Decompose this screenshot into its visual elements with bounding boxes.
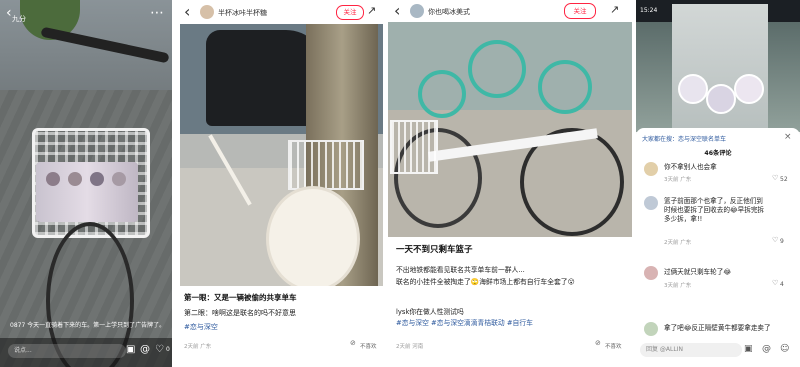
- like-count: 4: [780, 281, 784, 288]
- like-icon[interactable]: ♡: [772, 280, 778, 287]
- reply-input[interactable]: 回复 @ALLIN: [640, 343, 742, 357]
- like-count: 9: [780, 238, 784, 245]
- comment-text: 你不拿别人也会拿: [664, 163, 717, 171]
- comment-meta: 3天前 广东: [664, 177, 692, 183]
- close-icon[interactable]: ×: [784, 133, 792, 142]
- post-meta: 2天前 广东: [184, 344, 212, 350]
- comment-text: 篮子前面那个也拿了，反正他们到时候也要拆了回收去的😂早拆完拆多少拆，拿!!: [664, 197, 765, 223]
- teal-bike-wheel: [538, 60, 592, 114]
- post-title: 一天不到只剩车篮子: [396, 245, 473, 255]
- comments-panel: 15:24 大家都在搜：恋与深空联名单车 × 46条评论 你不拿别人也会拿 3天…: [636, 0, 800, 367]
- post-line-1: 第一眼：又是一辆被偷的共享单车: [184, 293, 297, 302]
- comment-text: 拿了吧😂反正隔壁黄牛都要拿走卖了: [664, 324, 771, 332]
- back-icon[interactable]: ‹: [394, 3, 400, 19]
- avatar[interactable]: [644, 196, 658, 210]
- avatar[interactable]: [644, 322, 658, 336]
- avatar[interactable]: [200, 5, 214, 19]
- status-time: 15:24: [640, 7, 658, 14]
- share-icon[interactable]: ↗: [367, 5, 376, 16]
- post-line-2: 第二眼：啥啊这是联名的吗不好意思: [184, 309, 296, 317]
- back-icon[interactable]: ‹: [184, 4, 190, 20]
- like-count: 52: [780, 176, 788, 183]
- post-body-1: 不出地铁都能看见联名共享单车前一群人...: [396, 266, 525, 274]
- post-panel-2: ‹ 你也喝冰美式 关注 ↗ 一天不到只剩车篮子 不出地铁都能看见联名共享单车前一…: [388, 0, 632, 367]
- teal-bike-wheel: [418, 70, 466, 118]
- image-icon[interactable]: ▣: [126, 345, 135, 355]
- search-suggestion[interactable]: 大家都在搜：恋与深空联名单车: [642, 134, 726, 143]
- post-meta: 2天前 河南: [396, 344, 424, 350]
- bike-basket: [390, 120, 438, 174]
- post-body-3: lysk你在做人性测试吗: [396, 308, 464, 316]
- at-icon[interactable]: @: [762, 345, 771, 354]
- comment-meta: 3天前 广东: [664, 283, 692, 289]
- like-count: 0: [166, 346, 170, 353]
- dislike-icon[interactable]: ⊘: [595, 340, 601, 347]
- avatar[interactable]: [644, 266, 658, 280]
- like-icon[interactable]: ♡: [772, 175, 778, 182]
- bike-basket: [288, 140, 364, 190]
- dislike-icon[interactable]: ⊘: [350, 340, 356, 347]
- at-icon[interactable]: @: [140, 345, 150, 355]
- emoji-icon[interactable]: ☺: [780, 345, 789, 354]
- username[interactable]: 半杯冰咔半杯糖: [218, 8, 267, 18]
- back-icon[interactable]: ‹: [6, 6, 12, 20]
- reply-input[interactable]: 说点...: [8, 344, 126, 358]
- dislike-label[interactable]: 不喜欢: [360, 342, 377, 350]
- branded-wheel-cover: [266, 186, 360, 292]
- share-icon[interactable]: ↗: [610, 4, 619, 15]
- image-icon[interactable]: ▣: [744, 345, 753, 354]
- comment-text: 过俩天就只剩车轮了😂: [664, 268, 732, 276]
- like-icon[interactable]: ♡: [155, 345, 164, 355]
- avatar[interactable]: [410, 4, 424, 18]
- hashtag-links[interactable]: #恋与深空 #恋与深空滴滴青桔联动 #自行车: [396, 318, 628, 328]
- follow-button[interactable]: 关注: [564, 3, 596, 19]
- comment-count: 46条评论: [704, 150, 732, 157]
- post-panel-1: ‹ 半杯冰咔半杯糖 关注 ↗ 第一眼：又是一辆被偷的共享单车 第二眼：啥啊这是联…: [180, 0, 383, 367]
- video-panel: ‹ 九分 ⋯ 0877 今天一直骑着下来的车。第一上学只到了广告牌了。 说点..…: [0, 0, 172, 367]
- teal-bike-wheel: [468, 40, 526, 98]
- more-icon[interactable]: ⋯: [150, 6, 164, 20]
- username[interactable]: 你也喝冰美式: [428, 7, 470, 17]
- photo-preview: [672, 4, 768, 128]
- character-sticker: [36, 162, 138, 222]
- comment-meta: 2天前 广东: [664, 240, 692, 246]
- hashtag-link[interactable]: #恋与深空: [184, 322, 218, 332]
- follow-button[interactable]: 关注: [336, 5, 364, 20]
- like-icon[interactable]: ♡: [772, 237, 778, 244]
- video-caption: 0877 今天一直骑着下来的车。第一上学只到了广告牌了。: [10, 322, 166, 329]
- avatar[interactable]: [644, 162, 658, 176]
- top-label: 九分: [12, 15, 26, 23]
- dislike-label[interactable]: 不喜欢: [605, 342, 622, 350]
- post-body-2: 联名的小挂件全被掏走了🙄海鲜市场上都有自行车全套了😮: [396, 278, 575, 286]
